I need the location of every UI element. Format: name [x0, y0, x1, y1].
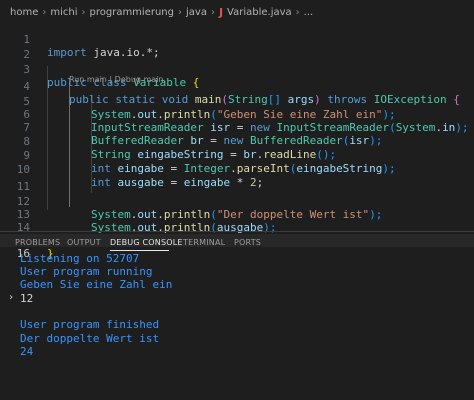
code-line: 7 BufferedReader br = new BufferedReader… [23, 121, 383, 147]
code-editor[interactable]: 1 import java.io.*; 2 3 public class Var… [0, 18, 474, 260]
code-line: 2 [23, 48, 30, 61]
active-tab-indicator [110, 250, 169, 251]
console-line: 24 [20, 345, 34, 358]
code-line: 11 [16, 180, 30, 193]
chevron-right-icon: › [42, 6, 47, 18]
tab-output[interactable]: OUTPUT [67, 238, 101, 247]
tab-ports[interactable]: PORTS [234, 238, 261, 247]
breadcrumb-programmierung[interactable]: programmierung [90, 7, 175, 18]
code-line: 6 InputStreamReader isr = new InputStrea… [23, 108, 469, 134]
code-line: 13 System.out.println(ausgabe); [16, 208, 277, 234]
code-line: 3 public class Variable { [23, 63, 200, 89]
breadcrumb-home[interactable]: home [10, 7, 38, 18]
chevron-right-icon: › [8, 292, 15, 303]
code-line: 9 int eingabe = Integer.parseInt(eingabe… [23, 149, 396, 175]
console-line: Geben Sie eine Zahl ein [20, 278, 173, 291]
tab-debug-console[interactable]: DEBUG CONSOLE [110, 238, 183, 247]
java-file-icon: J [218, 5, 224, 19]
code-line: 12 System.out.println("Der doppelte Wert… [16, 195, 383, 221]
code-line: 4 public static void main(String[] args)… [23, 80, 460, 106]
breadcrumb-java[interactable]: java [186, 7, 207, 18]
code-line: 10 int ausgabe = eingabe * 2; [16, 163, 264, 189]
console-line: User program finished [20, 318, 160, 331]
code-line: 5 System.out.println("Geben Sie eine Zah… [23, 95, 396, 121]
console-line: User program running [20, 265, 153, 278]
console-input-line: 12 [20, 292, 34, 305]
debug-console-output[interactable]: Listening on 52707 User program running … [0, 252, 474, 400]
breadcrumb-michi[interactable]: michi [50, 7, 77, 18]
breadcrumb-file[interactable]: Variable.java [227, 7, 292, 18]
tab-problems[interactable]: PROBLEMS [15, 238, 60, 247]
chevron-right-icon: › [295, 6, 300, 18]
breadcrumb-more[interactable]: ... [304, 7, 314, 18]
panel-tab-bar: PROBLEMS OUTPUT DEBUG CONSOLE TERMINAL P… [0, 232, 474, 252]
code-line: 8 String eingabeString = br.readLine(); [23, 135, 337, 161]
console-line: Der doppelte Wert ist [20, 332, 160, 345]
chevron-right-icon: › [210, 6, 215, 18]
chevron-right-icon: › [81, 6, 86, 18]
chevron-right-icon: › [178, 6, 182, 18]
tab-terminal[interactable]: TERMINAL [183, 238, 225, 247]
code-line: 1 import java.io.*; [23, 33, 160, 59]
code-line: 14 } [16, 221, 76, 247]
console-line: Listening on 52707 [20, 252, 140, 265]
